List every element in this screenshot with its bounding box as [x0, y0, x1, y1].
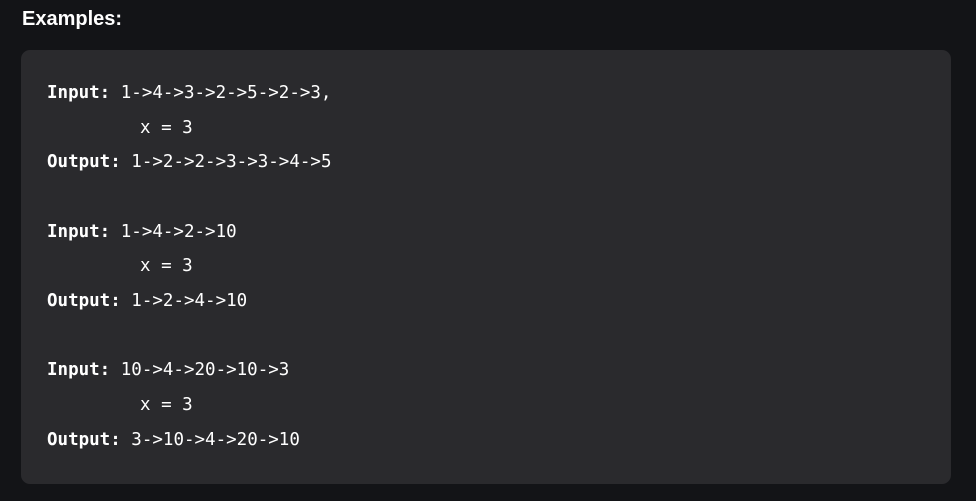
input-label: Input: — [47, 360, 111, 381]
input-line: Input: 10->4->20->10->3 — [47, 353, 331, 388]
input-value: 10->4->20->10->3 — [110, 360, 290, 381]
input-line: Input: 1->4->2->10 — [47, 215, 331, 250]
output-value: 1->2->4->10 — [120, 290, 248, 311]
input-value: 1->4->3->2->5->2->3, — [110, 83, 332, 103]
x-value: x = 3 — [140, 256, 193, 277]
example-1: Input: 1->4->3->2->5->2->3, x = 3 Output… — [47, 76, 331, 180]
input-value: 1->4->2->10 — [110, 221, 237, 242]
example-2: Input: 1->4->2->10 x = 3 Output: 1->2->4… — [47, 215, 331, 319]
x-line: x = 3 — [47, 388, 331, 423]
x-value: x = 3 — [140, 394, 193, 415]
output-label: Output: — [47, 429, 121, 450]
output-line: Output: 1->2->2->3->3->4->5 — [47, 145, 331, 180]
x-line: x = 3 — [47, 111, 331, 146]
output-line: Output: 1->2->4->10 — [47, 284, 331, 319]
examples-code-block: Input: 1->4->3->2->5->2->3, x = 3 Output… — [21, 50, 951, 484]
examples-heading: Examples: — [22, 8, 123, 30]
x-line: x = 3 — [47, 249, 331, 284]
input-label: Input: — [47, 221, 111, 242]
output-label: Output: — [47, 290, 121, 311]
examples-list: Input: 1->4->3->2->5->2->3, x = 3 Output… — [47, 76, 331, 492]
x-value: x = 3 — [140, 117, 193, 138]
output-line: Output: 3->10->4->20->10 — [47, 423, 331, 458]
output-value: 3->10->4->20->10 — [120, 429, 300, 450]
output-value: 1->2->2->3->3->4->5 — [120, 152, 332, 173]
input-label: Input: — [47, 83, 111, 103]
example-3: Input: 10->4->20->10->3 x = 3 Output: 3-… — [47, 353, 331, 457]
input-line: Input: 1->4->3->2->5->2->3, — [47, 76, 331, 111]
output-label: Output: — [47, 152, 121, 173]
